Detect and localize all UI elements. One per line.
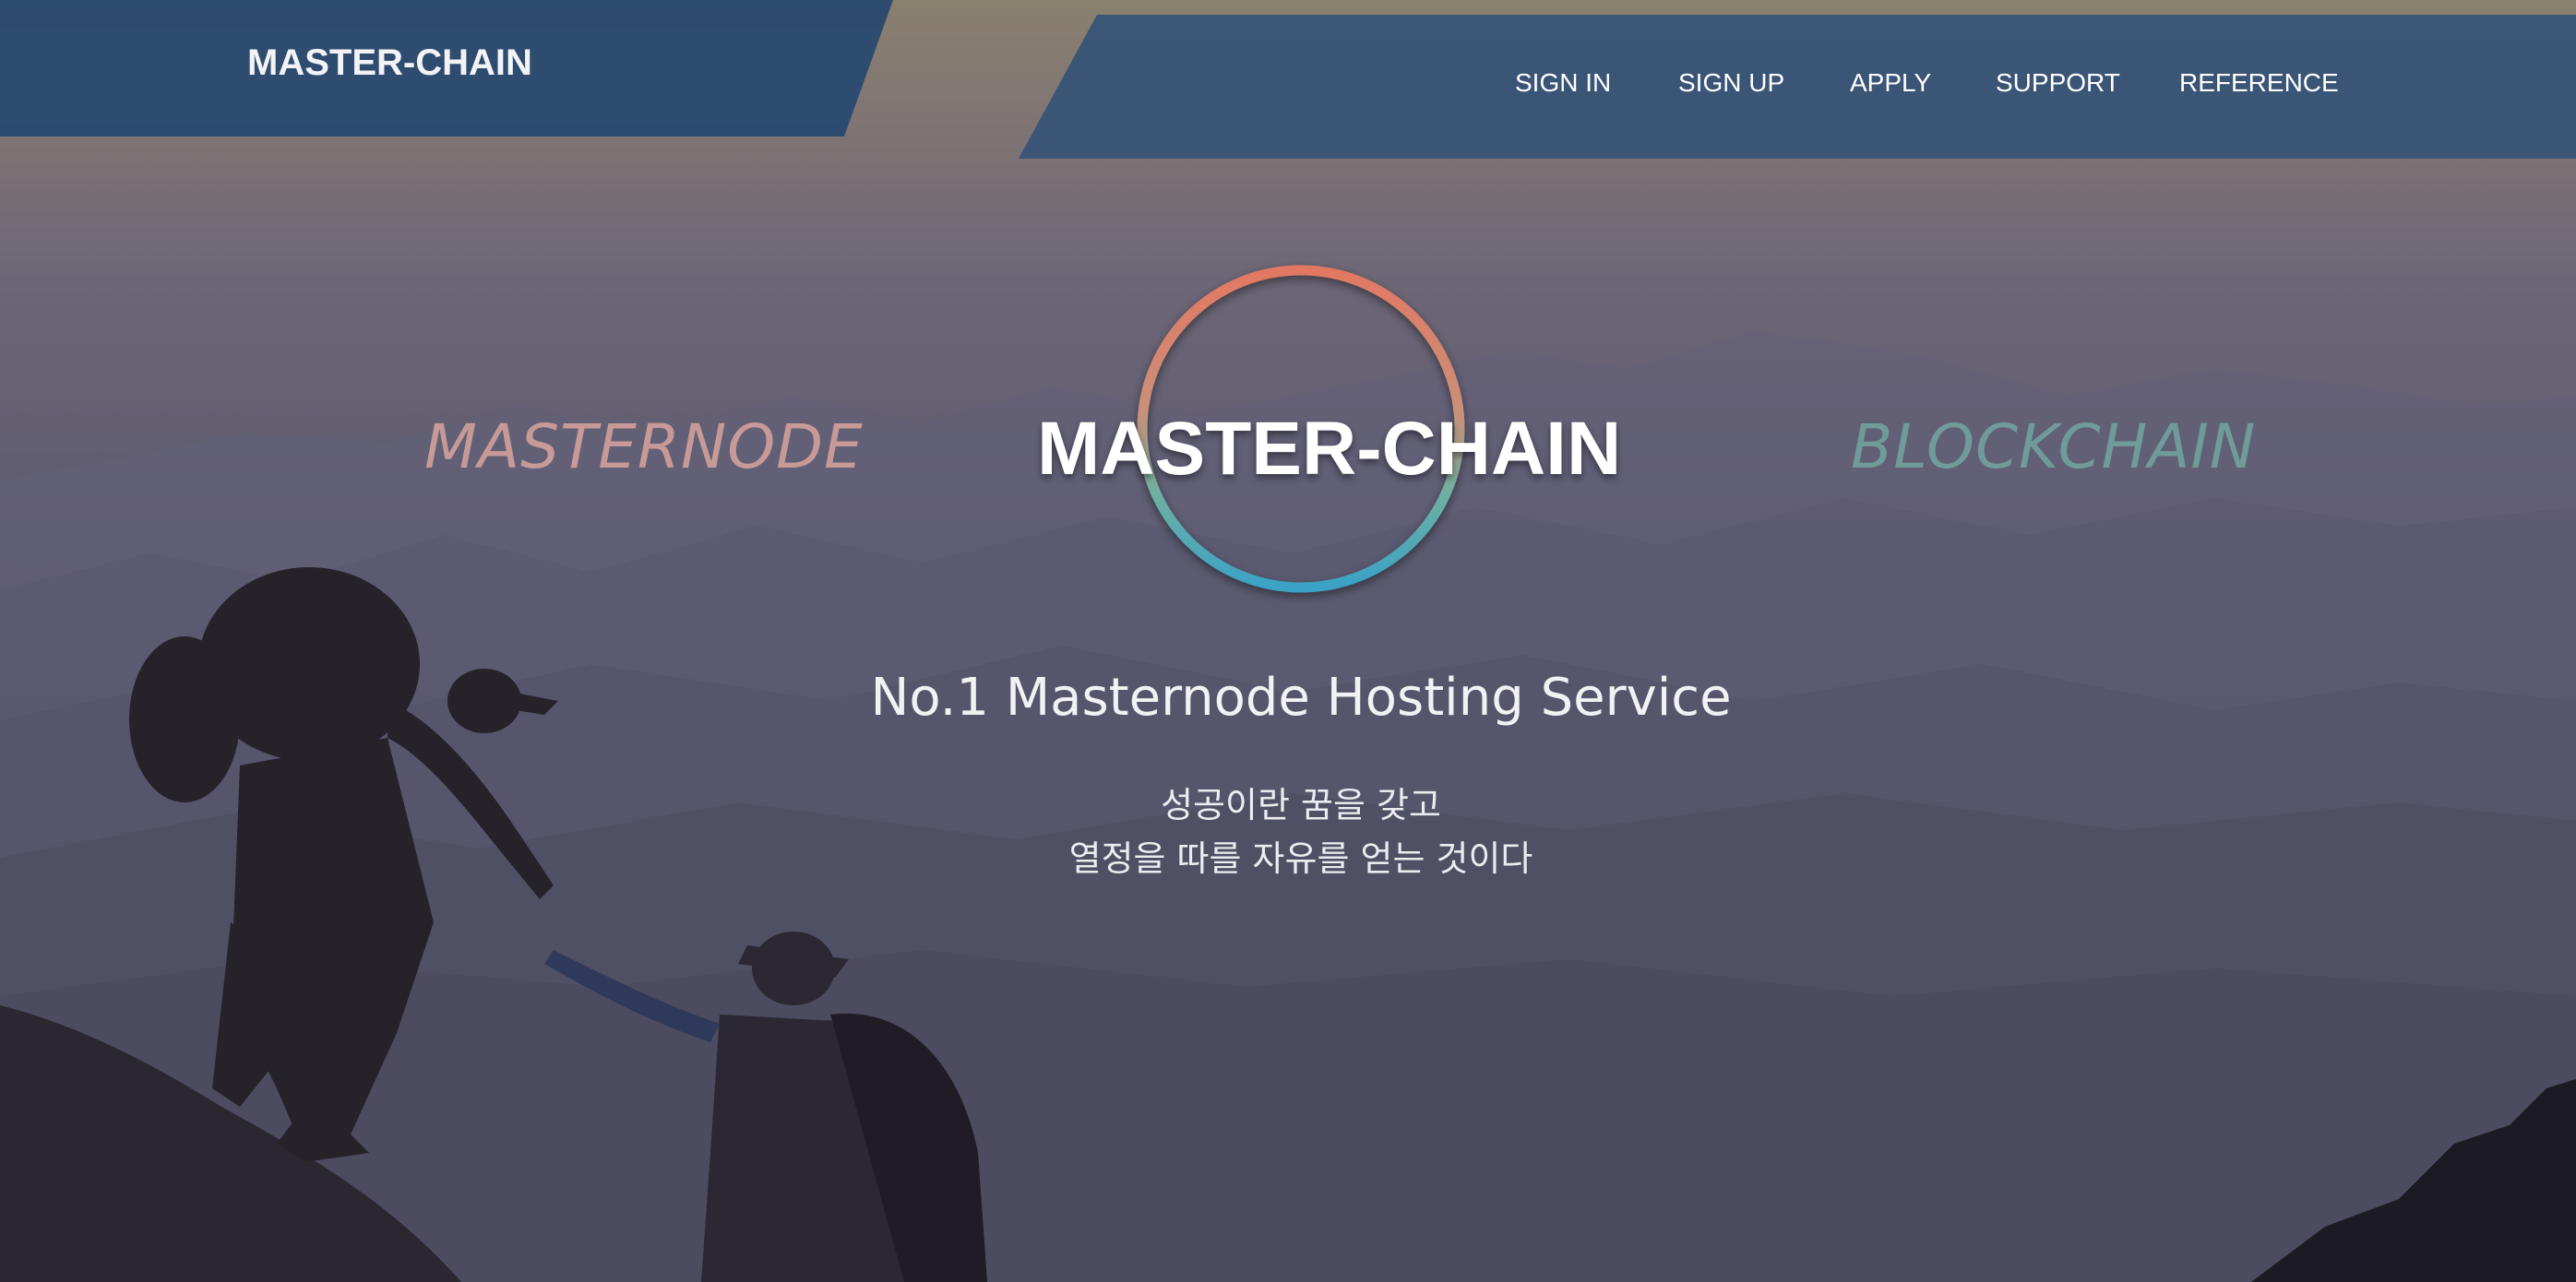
landing-page: MASTER-CHAIN SIGN IN SIGN UP APPLY SUPPO… <box>0 0 2576 1282</box>
mountain-scenery <box>0 332 2576 1282</box>
hero-background-image <box>0 0 2576 1282</box>
hero-slogan-line-1: 성공이란 꿈을 갖고 <box>1161 785 1441 825</box>
nav-support[interactable]: SUPPORT <box>1996 68 2120 98</box>
hero-word-blockchain: BLOCKCHAIN <box>1851 411 2257 482</box>
nav-sign-up[interactable]: SIGN UP <box>1678 68 1784 98</box>
main-nav: SIGN IN SIGN UP APPLY SUPPORT REFERENCE <box>0 68 2576 105</box>
hero-slogan-line-2: 열정을 따를 자유를 얻는 것이다 <box>1068 838 1533 879</box>
hero-tagline: No.1 Masternode Hosting Service <box>870 668 1732 728</box>
hero-logo-text: MASTER-CHAIN <box>1037 407 1622 491</box>
nav-sign-in[interactable]: SIGN IN <box>1515 68 1611 98</box>
hero-word-masternode: MASTERNODE <box>424 411 864 482</box>
nav-reference[interactable]: REFERENCE <box>2179 68 2339 98</box>
nav-apply[interactable]: APPLY <box>1850 68 1931 98</box>
